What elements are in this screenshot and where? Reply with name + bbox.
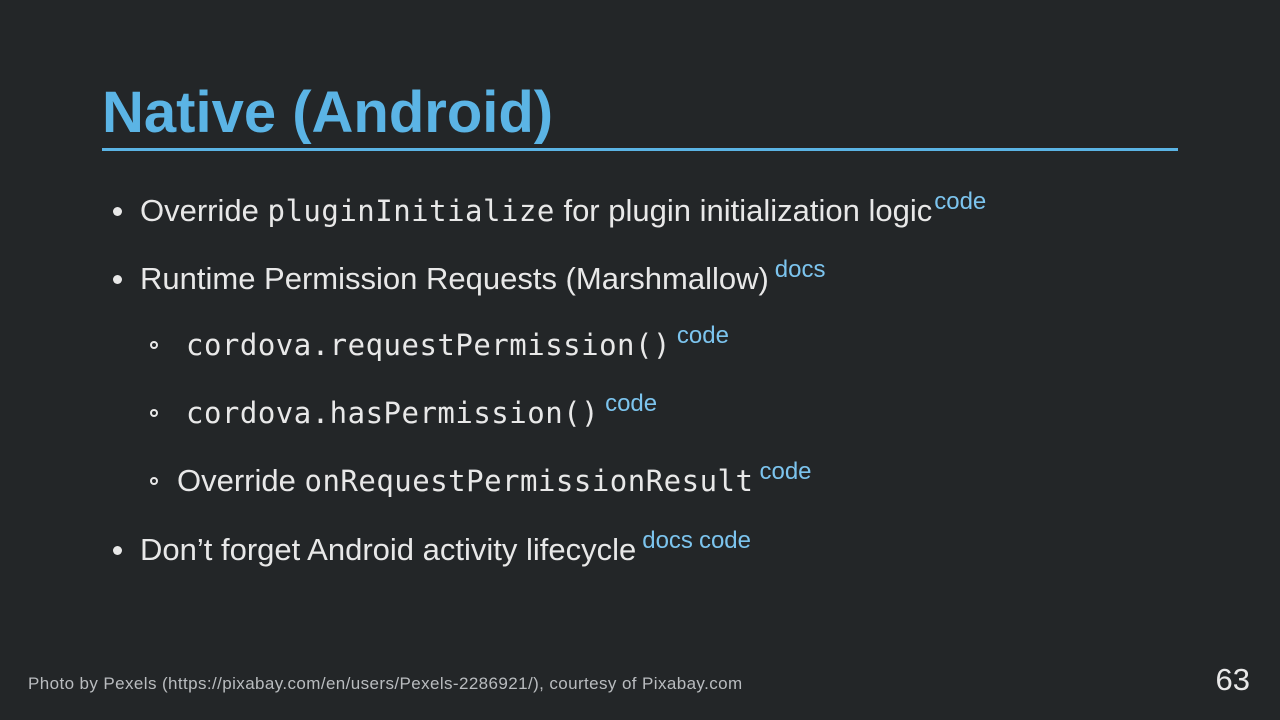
code-link[interactable]: code (605, 390, 657, 417)
code-link[interactable]: code (934, 188, 986, 215)
sub-bullet-ring (150, 477, 158, 485)
sub-item-has-permission: cordova.hasPermission() code (186, 390, 657, 436)
slide: Native (Android) Override pluginInitiali… (0, 0, 1280, 720)
sub-bullet-ring (150, 409, 158, 417)
bullet-dot (113, 546, 122, 555)
bullet-text: Override (177, 463, 305, 498)
inline-code: onRequestPermissionResult (304, 464, 754, 498)
bullet-item-plugin-initialize: Override pluginInitialize for plugin ini… (140, 188, 986, 234)
bullet-dot (113, 275, 122, 284)
inline-code: pluginInitialize (267, 194, 555, 228)
inline-code: cordova.hasPermission() (186, 396, 600, 430)
bullet-text: Runtime Permission Requests (Marshmallow… (140, 261, 769, 296)
page-number: 63 (1215, 662, 1250, 697)
docs-link[interactable]: docs (642, 527, 693, 554)
bullet-item-activity-lifecycle: Don’t forget Android activity lifecycle d… (140, 527, 751, 573)
bullet-item-runtime-permissions: Runtime Permission Requests (Marshmallow… (140, 256, 826, 302)
sub-item-request-permission: cordova.requestPermission() code (186, 322, 729, 368)
bullet-text: Don’t forget Android activity lifecycle (140, 532, 637, 567)
code-link[interactable]: code (677, 322, 729, 349)
sub-bullet-ring (150, 341, 158, 349)
photo-credit: Photo by Pexels (https://pixabay.com/en/… (28, 674, 743, 693)
docs-link[interactable]: docs (775, 256, 826, 283)
bullet-text: Override (140, 193, 268, 228)
bullet-text: for plugin initialization logic (554, 193, 933, 228)
bullet-list: Override pluginInitialize for plugin ini… (0, 0, 1280, 720)
sub-item-on-request-permission-result: Override onRequestPermissionResult code (177, 458, 812, 504)
code-link[interactable]: code (759, 458, 811, 485)
inline-code: cordova.requestPermission() (186, 328, 671, 362)
code-link[interactable]: code (699, 527, 751, 554)
bullet-dot (113, 207, 122, 216)
